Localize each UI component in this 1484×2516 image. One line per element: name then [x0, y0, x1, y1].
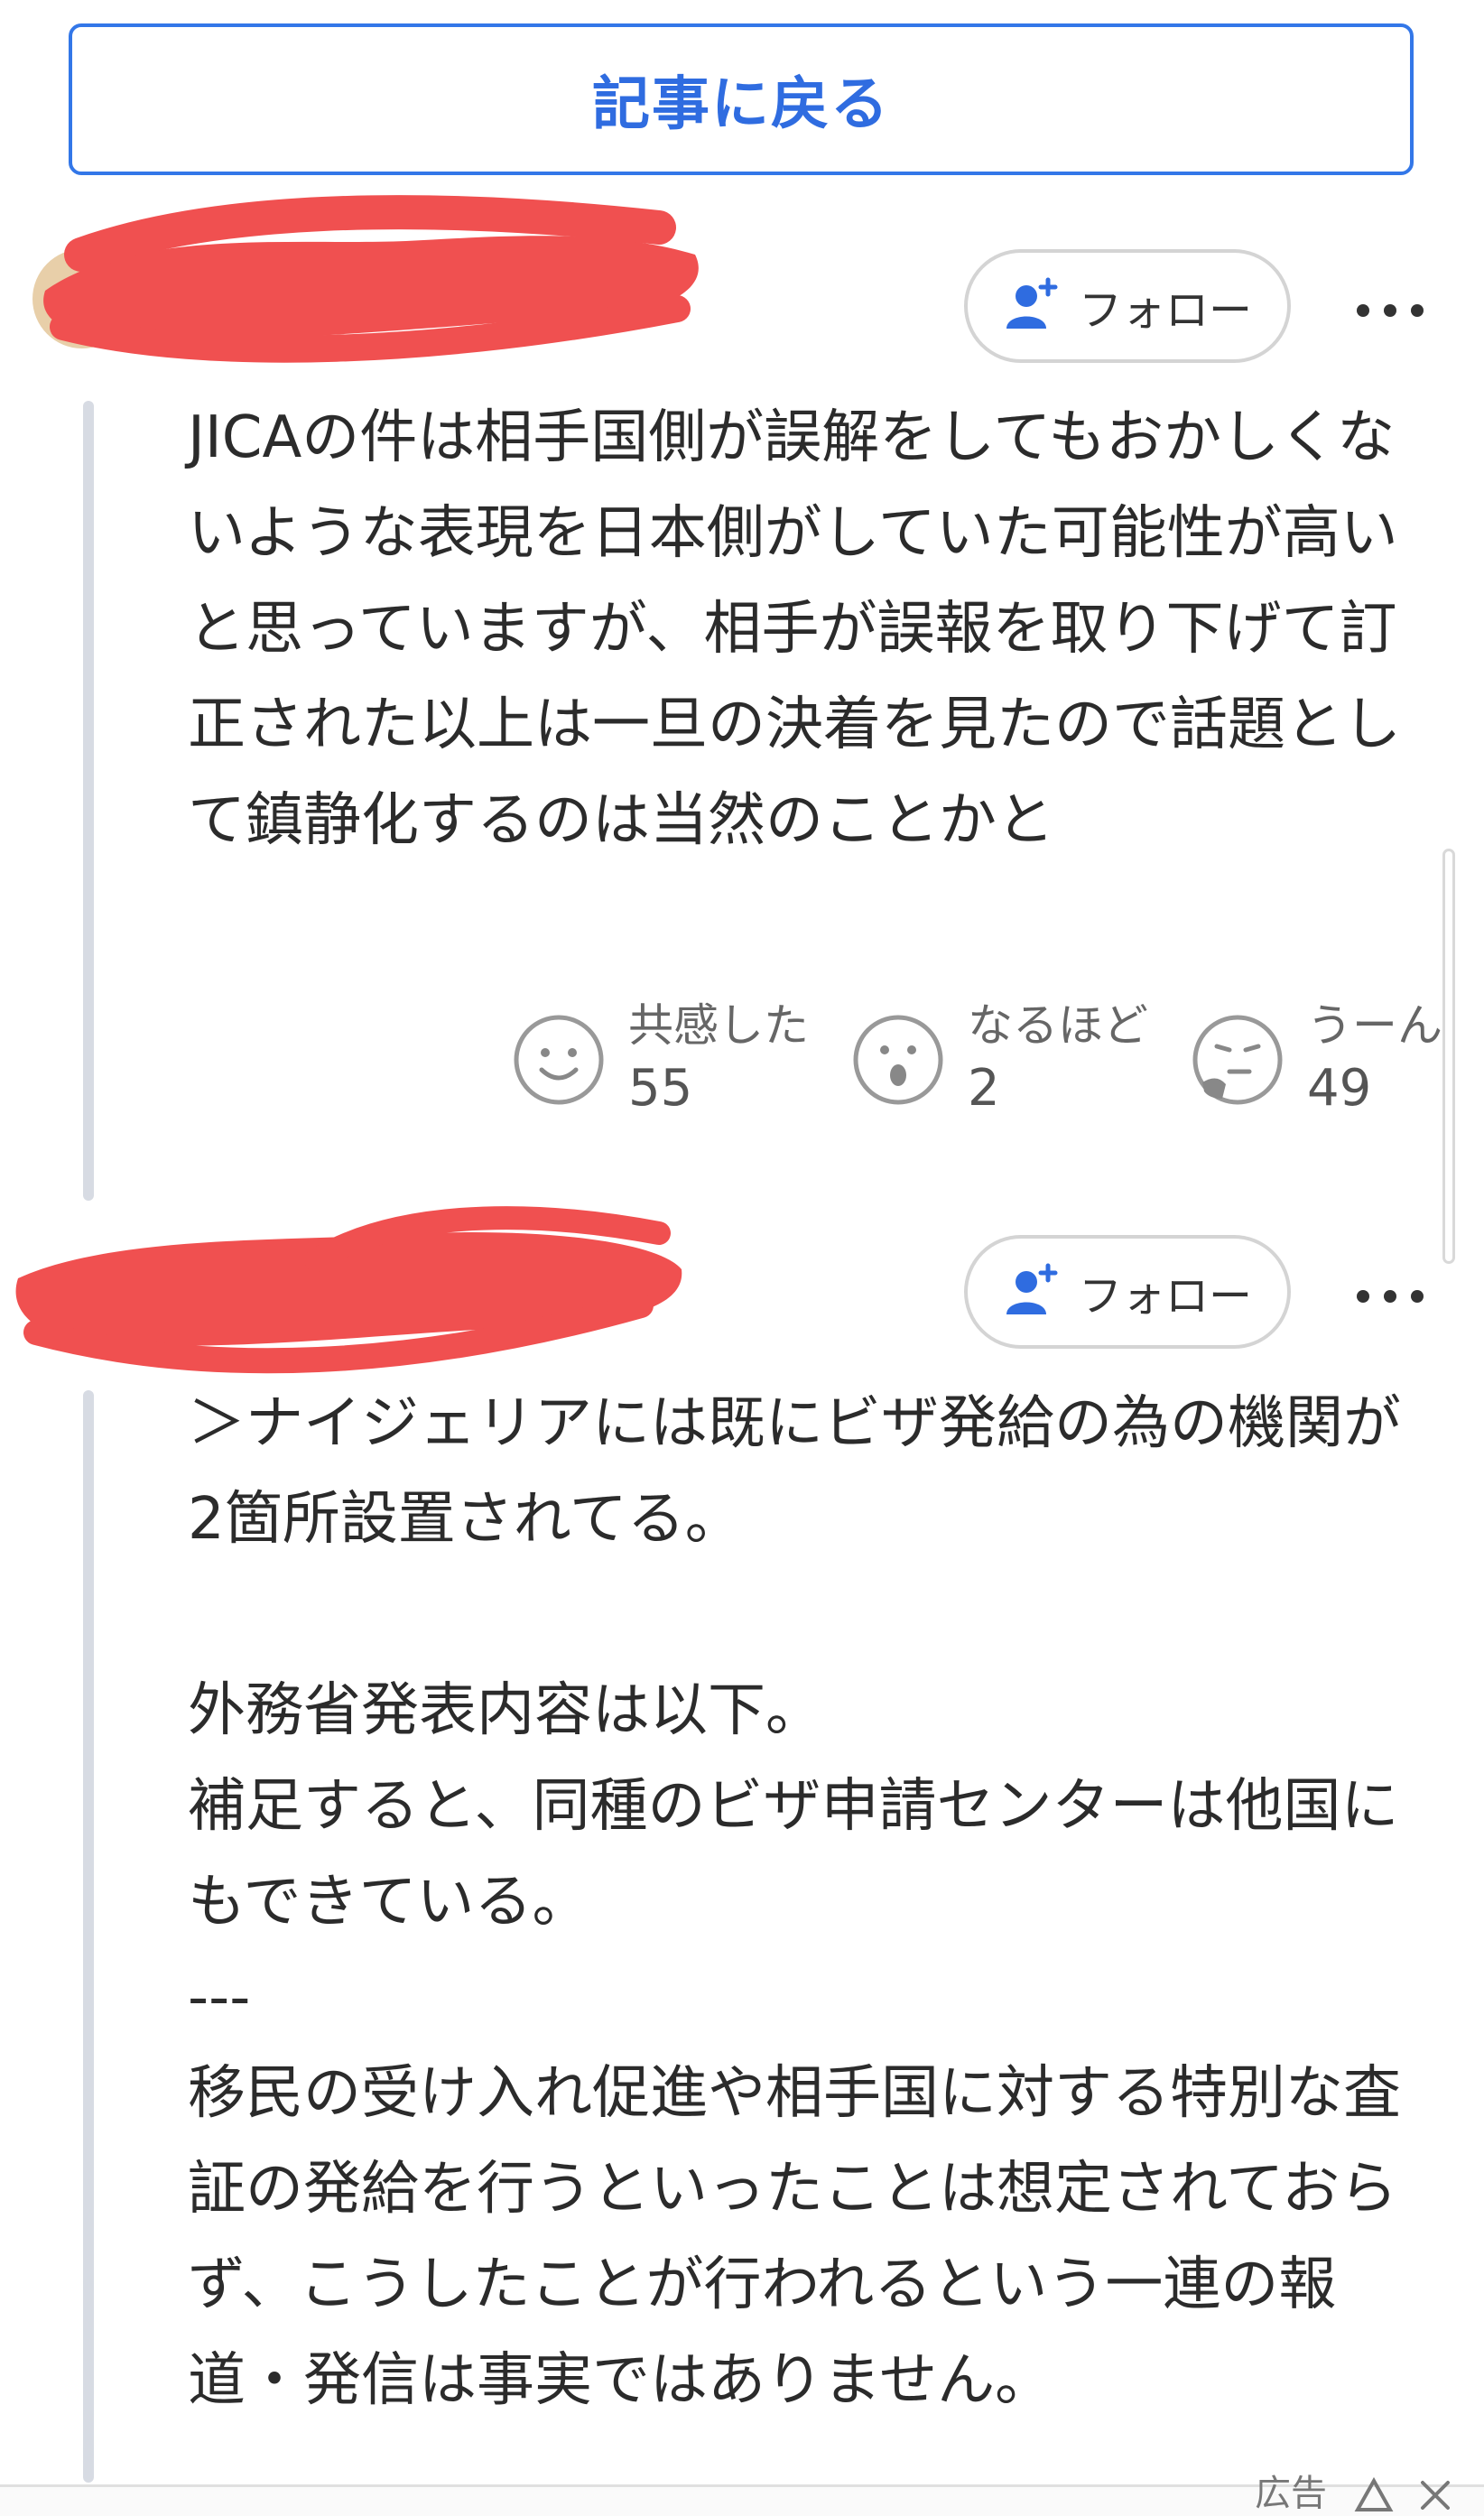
comment-text: ＞ナイジェリアには既にビザ発給の為の機関が2箇所設置されてる。 外務省発表内容は…: [188, 1390, 1401, 2414]
reaction-count: 2: [968, 1059, 1000, 1118]
comment-text: JICAの件は相手国側が誤解をしてもおかしくないような表現を日本側がしていた可能…: [188, 404, 1401, 854]
reaction-hmm-button[interactable]: うーん 49: [1190, 997, 1442, 1123]
reaction-agree-button[interactable]: 共感した 55: [511, 997, 809, 1123]
more-dot-icon: [1357, 1290, 1369, 1303]
ad-info-icon[interactable]: [1354, 2477, 1394, 2513]
reaction-label: うーん: [1307, 999, 1442, 1052]
more-options-button[interactable]: [1345, 283, 1435, 338]
add-user-icon: [1006, 1263, 1058, 1314]
reaction-count: 49: [1307, 1059, 1372, 1118]
reaction-label: なるほど: [968, 999, 1148, 1052]
thread-line: [83, 1390, 94, 2483]
close-icon[interactable]: [1417, 2477, 1453, 2513]
thread-line: [83, 401, 94, 1201]
more-dot-icon: [1411, 304, 1424, 317]
thinking-icon: [1192, 1015, 1283, 1105]
follow-button[interactable]: フォロー: [964, 1235, 1291, 1349]
follow-label: フォロー: [1078, 1271, 1252, 1322]
reaction-label: 共感した: [628, 999, 809, 1052]
smile-icon: [514, 1015, 604, 1105]
follow-label: フォロー: [1078, 285, 1252, 336]
ad-label: 広告: [1255, 2473, 1327, 2514]
more-dot-icon: [1384, 1290, 1396, 1303]
more-dot-icon: [1384, 304, 1396, 317]
follow-button[interactable]: フォロー: [964, 249, 1291, 363]
more-options-button[interactable]: [1345, 1269, 1435, 1323]
scrollbar[interactable]: [1442, 849, 1455, 1264]
surprised-icon: [853, 1015, 943, 1105]
reaction-count: 55: [628, 1059, 693, 1118]
add-user-icon: [1006, 277, 1058, 329]
more-dot-icon: [1411, 1290, 1424, 1303]
reaction-insightful-button[interactable]: なるほど 2: [850, 997, 1148, 1123]
redacted-username: [15, 1206, 682, 1374]
redacted-username: [43, 195, 699, 363]
ad-icons: [1354, 2477, 1453, 2513]
more-dot-icon: [1357, 304, 1369, 317]
back-to-article-button[interactable]: 記事に戻る: [69, 23, 1414, 175]
